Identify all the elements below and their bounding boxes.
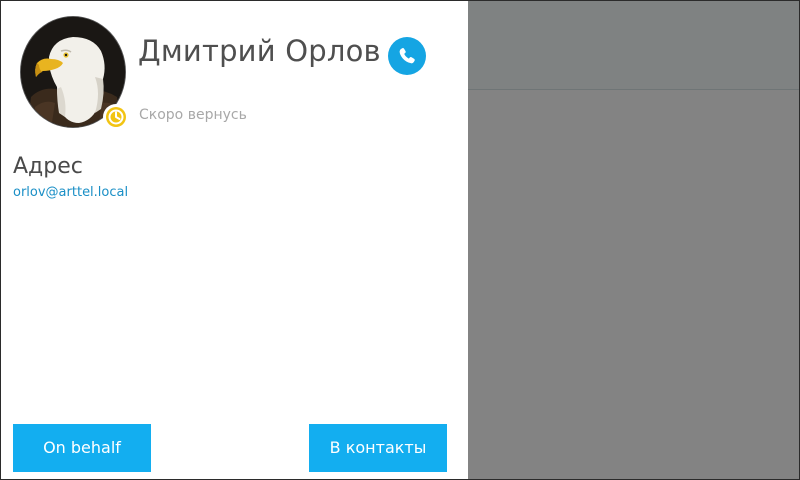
add-to-contacts-button[interactable]: В контакты bbox=[309, 424, 447, 472]
away-status-badge bbox=[103, 104, 129, 130]
call-button[interactable] bbox=[388, 37, 426, 75]
address-heading: Адрес bbox=[13, 154, 83, 179]
status-text: Скоро вернусь bbox=[139, 107, 247, 123]
on-behalf-button[interactable]: On behalf bbox=[13, 424, 151, 472]
phone-icon bbox=[399, 47, 415, 64]
contact-details-panel: Дмитрий Орлов Скоро вернусь Адрес orlov@… bbox=[1, 1, 468, 479]
app-screen: Дмитрий Орлов Скоро вернусь Адрес orlov@… bbox=[0, 0, 800, 480]
backdrop-header bbox=[468, 1, 799, 90]
email-link[interactable]: orlov@arttel.local bbox=[13, 185, 128, 200]
clock-icon bbox=[106, 107, 126, 127]
contact-name: Дмитрий Орлов bbox=[138, 34, 381, 68]
